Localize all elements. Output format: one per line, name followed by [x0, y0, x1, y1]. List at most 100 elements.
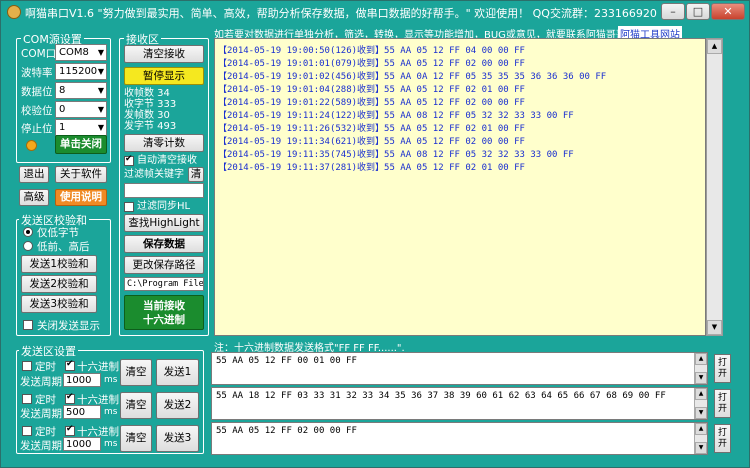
tx-group-title: 发送区设置: [19, 343, 78, 359]
exit-button[interactable]: 退出: [19, 166, 49, 183]
clear-rx-button[interactable]: 清空接收: [124, 45, 204, 63]
rx-scrollbar[interactable]: ▲ ▼: [706, 38, 723, 336]
tx-byte-count: 发字节 493: [124, 121, 177, 132]
send3-button[interactable]: 发送3: [156, 425, 199, 452]
save-data-button[interactable]: 保存数据: [124, 235, 204, 253]
filter-clear-button[interactable]: 清: [188, 167, 204, 182]
save-path-input[interactable]: C:\Program Files: [124, 277, 204, 291]
parity-value: 0: [59, 104, 66, 115]
rx-line: 【2014-05-19 19:11:34(621)收到】55 AA 05 12 …: [218, 137, 525, 147]
minimize-button[interactable]: –: [661, 3, 685, 20]
send2-data-input[interactable]: 55 AA 18 12 FF 03 33 31 32 33 34 35 36 3…: [211, 387, 708, 420]
window-title: 啊猫串口V1.6 "努力做到最实用、简单、高效，帮助分析保存数据，做串口数据的好…: [25, 7, 657, 20]
send2-button[interactable]: 发送2: [156, 392, 199, 419]
hex1-label: 十六进制: [77, 361, 119, 373]
maximize-button[interactable]: □: [686, 3, 710, 20]
sync-filter-label: 过滤同步HL: [137, 201, 191, 212]
filter-keyword-input[interactable]: [124, 183, 204, 198]
send1-data-input[interactable]: 55 AA 05 12 FF 00 01 00 FF ▲ ▼: [211, 352, 708, 385]
scroll-down-icon[interactable]: ▼: [695, 407, 707, 419]
low-byte-radio[interactable]: [23, 227, 33, 237]
parity-select[interactable]: 0 ▼: [55, 101, 107, 118]
help-button[interactable]: 使用说明: [55, 189, 107, 206]
send3-data-text: 55 AA 05 12 FF 02 00 00 FF: [216, 426, 357, 436]
send2-scrollbar[interactable]: ▲ ▼: [694, 388, 707, 419]
baud-label: 波特率: [21, 67, 53, 79]
scroll-up-icon[interactable]: ▲: [695, 388, 707, 400]
rx-mode-hex-button[interactable]: 当前接收 十六进制: [124, 295, 204, 330]
period3-label: 发送周期: [20, 440, 62, 452]
rx-line: 【2014-05-19 19:01:04(288)收到】55 AA 05 12 …: [218, 85, 525, 95]
send3-checksum-button[interactable]: 发送3校验和: [21, 295, 97, 313]
auto-clear-checkbox[interactable]: [124, 154, 134, 166]
scroll-up-icon[interactable]: ▲: [695, 423, 707, 435]
ms2-label: ms: [104, 407, 118, 417]
open-file3-button[interactable]: 打开: [714, 424, 731, 453]
clear-send2-button[interactable]: 清空: [120, 392, 152, 419]
scroll-down-icon[interactable]: ▼: [695, 442, 707, 454]
databits-select[interactable]: 8 ▼: [55, 82, 107, 99]
open-file1-button[interactable]: 打开: [714, 354, 731, 383]
hex2-checkbox[interactable]: [65, 392, 75, 404]
port-status-indicator: [26, 140, 37, 151]
period1-input[interactable]: 1000: [63, 373, 101, 387]
filter-keyword-label: 过滤帧关键字: [124, 169, 184, 180]
send3-data-input[interactable]: 55 AA 05 12 FF 02 00 00 FF ▲ ▼: [211, 422, 708, 455]
title-bar: 啊猫串口V1.6 "努力做到最实用、简单、高效，帮助分析保存数据，做串口数据的好…: [1, 1, 749, 23]
find-highlight-button[interactable]: 查找HighLight: [124, 214, 204, 232]
com-port-select[interactable]: COM8 ▼: [55, 44, 107, 61]
chevron-down-icon: ▼: [97, 48, 104, 57]
scroll-up-icon[interactable]: ▲: [695, 353, 707, 365]
period3-input[interactable]: 1000: [63, 437, 101, 451]
ms1-label: ms: [104, 375, 118, 385]
chevron-down-icon: ▼: [97, 123, 104, 132]
hex3-checkbox[interactable]: [65, 424, 75, 436]
low-high-radio[interactable]: [23, 241, 33, 251]
about-button[interactable]: 关于软件: [55, 166, 107, 183]
send1-button[interactable]: 发送1: [156, 359, 199, 386]
close-port-button[interactable]: 单击关闭: [55, 135, 107, 154]
rx-text-area[interactable]: 【2014-05-19 19:00:50(126)收到】55 AA 05 12 …: [214, 38, 706, 336]
stopbits-select[interactable]: 1 ▼: [55, 119, 107, 136]
baud-select[interactable]: 115200 ▼: [55, 63, 107, 80]
scroll-down-icon[interactable]: ▼: [695, 372, 707, 384]
rx-line: 【2014-05-19 19:11:35(745)收到】55 AA 08 12 …: [218, 150, 574, 160]
scroll-up-icon[interactable]: ▲: [707, 39, 722, 54]
scroll-down-icon[interactable]: ▼: [707, 320, 722, 335]
stopbits-value: 1: [59, 122, 66, 133]
change-save-path-button[interactable]: 更改保存路径: [124, 256, 204, 274]
com-port-label: COM口: [21, 48, 57, 60]
timer2-checkbox[interactable]: [22, 394, 32, 404]
rx-line: 【2014-05-19 19:01:22(589)收到】55 AA 05 12 …: [218, 98, 525, 108]
rx-byte-count: 收字节 333: [124, 99, 177, 110]
rx-line: 【2014-05-19 19:11:24(122)收到】55 AA 08 12 …: [218, 111, 574, 121]
send1-scrollbar[interactable]: ▲ ▼: [694, 353, 707, 384]
chevron-down-icon: ▼: [97, 86, 104, 95]
app-cat-icon: [7, 5, 21, 19]
period2-input[interactable]: 500: [63, 405, 101, 419]
hex1-checkbox[interactable]: [65, 359, 75, 371]
clear-send3-button[interactable]: 清空: [120, 425, 152, 452]
period2-label: 发送周期: [20, 408, 62, 420]
send2-checksum-button[interactable]: 发送2校验和: [21, 275, 97, 293]
databits-label: 数据位: [21, 86, 53, 98]
open-file2-button[interactable]: 打开: [714, 389, 731, 418]
sync-filter-checkbox[interactable]: [124, 202, 134, 212]
pause-display-button[interactable]: 暂停显示: [124, 67, 204, 85]
hide-send-checkbox[interactable]: [23, 320, 33, 330]
advanced-button[interactable]: 高级: [19, 189, 49, 206]
send1-checksum-button[interactable]: 发送1校验和: [21, 255, 97, 273]
com-port-value: COM8: [59, 47, 89, 58]
timer3-checkbox[interactable]: [22, 426, 32, 436]
reset-count-button[interactable]: 清零计数: [124, 134, 204, 152]
databits-value: 8: [59, 85, 66, 96]
clear-send1-button[interactable]: 清空: [120, 359, 152, 386]
timer1-checkbox[interactable]: [22, 361, 32, 371]
rx-line: 【2014-05-19 19:01:02(456)收到】55 AA 0A 12 …: [218, 72, 607, 82]
send3-scrollbar[interactable]: ▲ ▼: [694, 423, 707, 454]
close-button[interactable]: ✕: [711, 3, 745, 20]
timer2-label: 定时: [35, 394, 56, 406]
period1-label: 发送周期: [20, 376, 62, 388]
low-byte-label: 仅低字节: [37, 227, 79, 239]
baud-value: 115200: [59, 66, 98, 77]
